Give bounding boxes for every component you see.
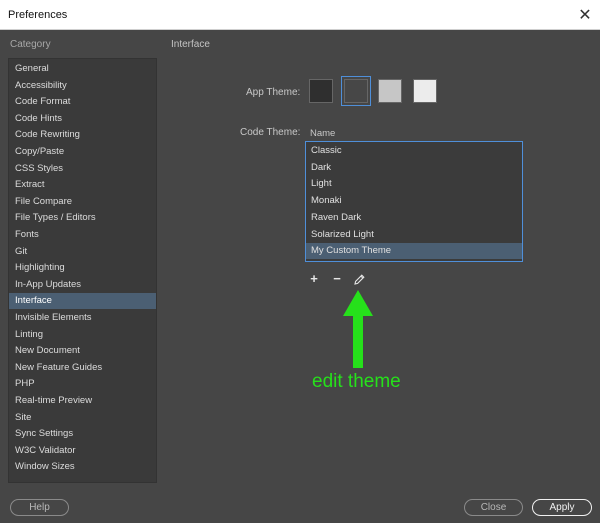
sidebar-item-interface[interactable]: Interface	[9, 293, 156, 310]
sidebar-item-highlighting[interactable]: Highlighting	[9, 260, 156, 276]
theme-item-classic[interactable]: Classic	[306, 143, 522, 159]
app-theme-swatch-darkest[interactable]	[306, 76, 336, 106]
theme-item-solarized-light[interactable]: Solarized Light	[306, 227, 522, 243]
remove-theme-button[interactable]: −	[329, 271, 345, 287]
app-theme-swatch-lightest[interactable]	[410, 76, 440, 106]
sidebar-item-extract[interactable]: Extract	[9, 177, 156, 193]
code-theme-list: Classic Dark Light Monaki Raven Dark Solarize…	[305, 141, 523, 262]
code-theme-label: Code Theme:	[240, 127, 301, 138]
name-column-header: Name	[310, 128, 336, 139]
sidebar-item-code-format[interactable]: Code Format	[9, 94, 156, 110]
sidebar-item-new-feature-guides[interactable]: New Feature Guides	[9, 360, 156, 376]
sidebar-item-w3c-validator[interactable]: W3C Validator	[9, 443, 156, 459]
edit-theme-button[interactable]	[351, 271, 367, 287]
sidebar-item-file-types-editors[interactable]: File Types / Editors	[9, 210, 156, 226]
swatch-fill	[413, 79, 437, 103]
swatch-fill	[344, 79, 368, 103]
sidebar-item-copy-paste[interactable]: Copy/Paste	[9, 144, 156, 160]
sidebar-item-sync-settings[interactable]: Sync Settings	[9, 426, 156, 442]
theme-item-monaki[interactable]: Monaki	[306, 193, 522, 209]
sidebar-item-css-styles[interactable]: CSS Styles	[9, 161, 156, 177]
window-title: Preferences	[8, 9, 68, 21]
sidebar-item-code-hints[interactable]: Code Hints	[9, 111, 156, 127]
sidebar-item-window-sizes[interactable]: Window Sizes	[9, 459, 156, 475]
close-icon[interactable]: ✕	[570, 0, 600, 30]
help-button[interactable]: Help	[10, 499, 69, 516]
section-title: Interface	[171, 39, 210, 50]
sidebar-item-php[interactable]: PHP	[9, 376, 156, 392]
add-theme-button[interactable]: +	[306, 271, 322, 287]
theme-item-my-custom-theme[interactable]: My Custom Theme	[306, 243, 522, 260]
sidebar-item-accessibility[interactable]: Accessibility	[9, 78, 156, 94]
category-label: Category	[10, 39, 51, 50]
sidebar-item-code-rewriting[interactable]: Code Rewriting	[9, 127, 156, 143]
sidebar-item-file-compare[interactable]: File Compare	[9, 194, 156, 210]
title-bar: Preferences ✕	[0, 0, 600, 30]
theme-item-raven-dark[interactable]: Raven Dark	[306, 210, 522, 226]
sidebar-item-general[interactable]: General	[9, 61, 156, 77]
sidebar-item-new-document[interactable]: New Document	[9, 343, 156, 359]
sidebar-item-real-time-preview[interactable]: Real-time Preview	[9, 393, 156, 409]
sidebar-item-invisible-elements[interactable]: Invisible Elements	[9, 310, 156, 326]
theme-item-light[interactable]: Light	[306, 176, 522, 192]
sidebar-item-linting[interactable]: Linting	[9, 327, 156, 343]
annotation-text: edit theme	[312, 371, 401, 392]
sidebar-item-fonts[interactable]: Fonts	[9, 227, 156, 243]
category-list: General Accessibility Code Format Code Hint…	[8, 58, 157, 483]
swatch-fill	[309, 79, 333, 103]
apply-button[interactable]: Apply	[532, 499, 592, 516]
app-theme-swatch-dark[interactable]	[341, 76, 371, 106]
close-button[interactable]: Close	[464, 499, 523, 516]
swatch-fill	[378, 79, 402, 103]
pencil-icon	[353, 274, 365, 285]
sidebar-item-site[interactable]: Site	[9, 410, 156, 426]
app-theme-swatch-light[interactable]	[375, 76, 405, 106]
sidebar-item-in-app-updates[interactable]: In-App Updates	[9, 277, 156, 293]
sidebar-item-git[interactable]: Git	[9, 244, 156, 260]
app-theme-label: App Theme:	[246, 87, 301, 98]
theme-item-dark[interactable]: Dark	[306, 160, 522, 176]
annotation-arrow-icon	[343, 290, 373, 368]
